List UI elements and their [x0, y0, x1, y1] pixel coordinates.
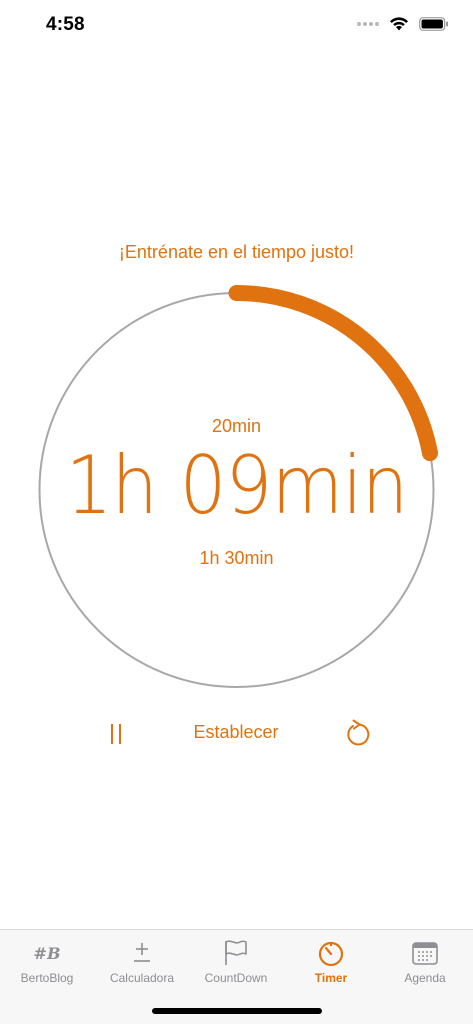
timer-icon [318, 941, 344, 966]
bertoblog-icon: #B [33, 943, 61, 963]
pause-icon [111, 724, 121, 744]
pause-button[interactable] [98, 716, 134, 752]
timer-controls: Establecer [0, 714, 473, 758]
timer-screen: 4:58 ¡Entrénate en el tiempo justo! 20mi… [0, 0, 473, 1024]
tab-agenda[interactable]: Agenda [378, 930, 472, 994]
set-button[interactable]: Establecer [156, 722, 316, 743]
reset-icon [347, 719, 370, 746]
tab-label: Calculadora [109, 971, 175, 985]
reset-button[interactable] [340, 716, 376, 752]
total-time: 1h 30min [199, 548, 274, 568]
calendar-icon [412, 942, 438, 965]
tab-calculadora[interactable]: Calculadora [95, 930, 189, 994]
flag-icon [225, 940, 247, 965]
tab-label: BertoBlog [20, 971, 74, 985]
tab-label: Agenda [404, 971, 446, 985]
tab-timer[interactable]: Timer [284, 930, 378, 994]
elapsed-time: 20min [211, 416, 262, 436]
tab-countdown[interactable]: CountDown [189, 930, 283, 994]
home-indicator [152, 1008, 322, 1014]
tab-bertoblog[interactable]: #B BertoBlog [0, 930, 94, 994]
tab-label: Timer [314, 971, 348, 985]
tab-label: CountDown [204, 971, 268, 985]
remaining-time: 1h 09min [65, 439, 409, 532]
plus-minus-icon [134, 943, 150, 962]
